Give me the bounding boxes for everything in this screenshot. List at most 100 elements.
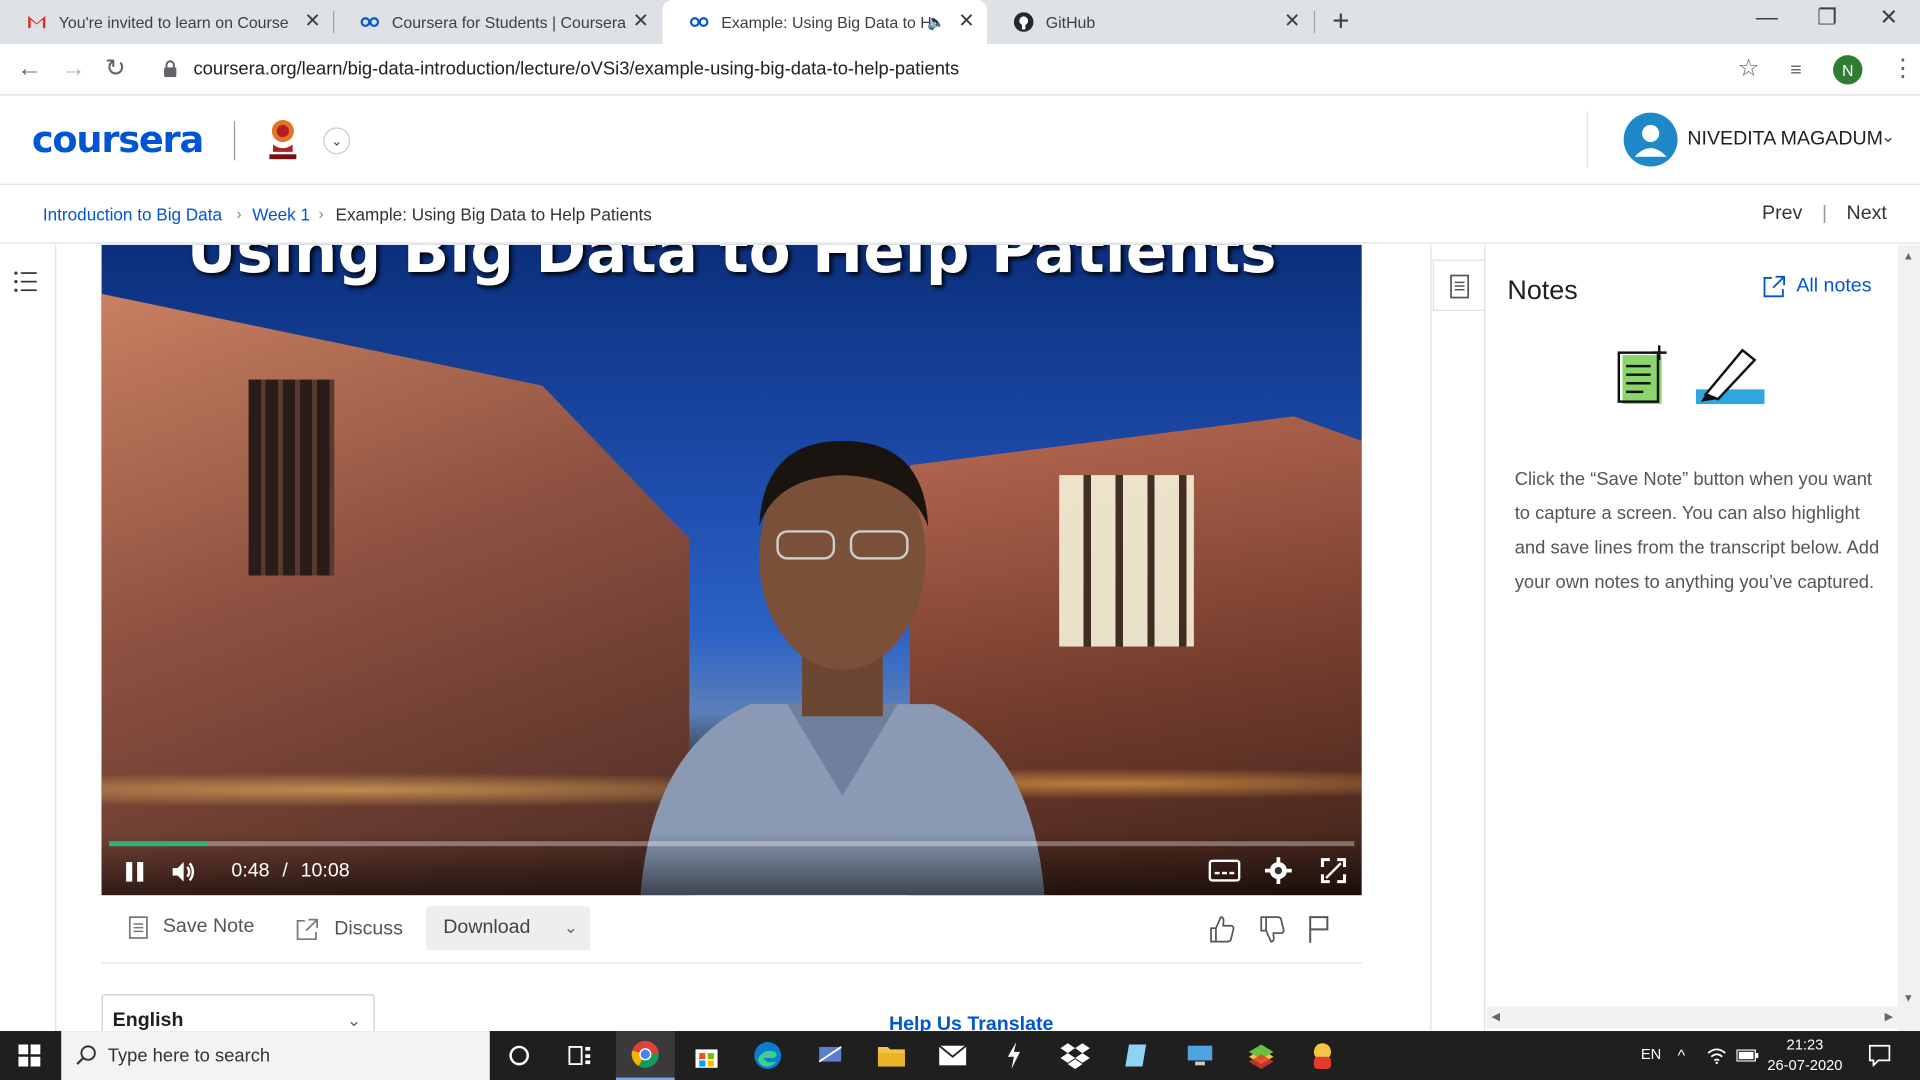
- more-menu-icon[interactable]: ⋮: [1891, 56, 1915, 80]
- horizontal-scrollbar[interactable]: ◀ ▶: [1486, 1006, 1898, 1029]
- discuss-label: Discuss: [334, 918, 403, 940]
- chrome-taskbar-icon[interactable]: [615, 1031, 675, 1080]
- save-note-button[interactable]: Save Note: [128, 915, 255, 939]
- thumbs-up-icon[interactable]: [1209, 915, 1236, 944]
- bookmark-star-icon[interactable]: ☆: [1738, 56, 1760, 80]
- fullscreen-icon[interactable]: [1320, 857, 1347, 884]
- scroll-left-icon[interactable]: ◀: [1491, 1010, 1499, 1023]
- header-divider: [233, 121, 236, 161]
- close-tab-icon[interactable]: ✕: [1284, 12, 1300, 32]
- minimize-icon[interactable]: —: [1756, 5, 1778, 31]
- taskbar-clock[interactable]: 21:23 26-07-2020: [1763, 1035, 1846, 1077]
- close-tab-icon[interactable]: ✕: [633, 12, 649, 32]
- video-windows: [1059, 475, 1194, 647]
- speaker-mute-icon[interactable]: 🔈: [927, 13, 945, 30]
- app-character-icon[interactable]: [1296, 1031, 1350, 1080]
- network-app-icon[interactable]: [803, 1031, 857, 1080]
- language-value: English: [112, 1010, 184, 1032]
- volume-icon[interactable]: [170, 858, 197, 885]
- tab-active-lecture[interactable]: Example: Using Big Data to H 🔈 ✕: [662, 0, 987, 45]
- user-avatar[interactable]: [1623, 112, 1678, 167]
- video-title-overlay: Using Big Data to Help Patients: [186, 244, 1277, 287]
- scroll-right-icon[interactable]: ▶: [1885, 1010, 1893, 1023]
- input-language[interactable]: EN: [1641, 1046, 1661, 1063]
- chevron-down-icon: ⌄: [563, 917, 578, 937]
- tab-coursera-students[interactable]: Coursera for Students | Coursera ✕: [333, 0, 661, 44]
- breadcrumb-week[interactable]: Week 1: [252, 204, 310, 224]
- windows-start-icon[interactable]: [0, 1031, 59, 1080]
- video-player[interactable]: Using Big Data to Help Patients 0:48 / 1…: [101, 244, 1362, 896]
- thumbs-down-icon[interactable]: [1259, 915, 1286, 944]
- close-tab-icon[interactable]: ✕: [958, 12, 974, 32]
- tab-title: Coursera for Students | Coursera: [391, 12, 627, 32]
- left-rail: [0, 244, 57, 1032]
- browser-toolbar: ← → ↻ coursera.org/learn/big-data-introd…: [0, 44, 1920, 96]
- chevron-up-icon[interactable]: ^: [1678, 1046, 1685, 1064]
- chevron-down-icon[interactable]: ⌄: [1881, 126, 1895, 147]
- store-icon[interactable]: [680, 1031, 734, 1080]
- chevron-right-icon: ›: [236, 204, 242, 223]
- captions-icon[interactable]: [1208, 858, 1241, 882]
- profile-avatar[interactable]: N: [1833, 55, 1863, 85]
- cortana-icon[interactable]: [495, 1031, 544, 1080]
- close-window-icon[interactable]: ✕: [1880, 5, 1898, 31]
- tab-title: Example: Using Big Data to H: [721, 12, 932, 32]
- battery-icon[interactable]: [1736, 1049, 1759, 1062]
- all-notes-label: All notes: [1796, 275, 1872, 297]
- notes-panel-toggle[interactable]: [1432, 259, 1485, 312]
- bluestacks-icon[interactable]: [1234, 1031, 1288, 1080]
- user-name[interactable]: NIVEDITA MAGADUM: [1687, 129, 1883, 151]
- flag-icon[interactable]: [1308, 915, 1330, 944]
- wifi-icon[interactable]: [1707, 1047, 1727, 1065]
- task-view-icon[interactable]: [556, 1031, 605, 1080]
- download-dropdown[interactable]: Download ⌄: [426, 906, 591, 951]
- all-notes-link[interactable]: All notes: [1762, 274, 1871, 298]
- reload-icon[interactable]: ↻: [105, 56, 126, 80]
- address-bar[interactable]: coursera.org/learn/big-data-introduction…: [193, 59, 959, 80]
- settings-gear-icon[interactable]: [1264, 857, 1292, 885]
- highlighter-icon: [1695, 348, 1765, 405]
- prev-button[interactable]: Prev: [1762, 203, 1802, 225]
- dropbox-icon[interactable]: [1048, 1031, 1102, 1080]
- video-time-separator: /: [282, 860, 288, 882]
- new-tab-icon[interactable]: +: [1332, 5, 1349, 39]
- video-presenter: [640, 440, 1045, 896]
- video-current-time: 0:48: [231, 860, 270, 882]
- scroll-down-icon[interactable]: ▼: [1903, 992, 1914, 1004]
- close-tab-icon[interactable]: ✕: [304, 12, 320, 32]
- note-icon: [1450, 274, 1470, 299]
- save-note-label: Save Note: [162, 915, 255, 937]
- vertical-scrollbar[interactable]: ▲ ▼: [1897, 244, 1920, 1032]
- breadcrumb-current: Example: Using Big Data to Help Patients: [335, 204, 652, 225]
- notes-panel: Notes All notes Click the “Save Note” bu…: [1484, 244, 1898, 1032]
- app-bolt-icon[interactable]: [987, 1031, 1041, 1080]
- notepad-app-icon[interactable]: [1109, 1031, 1163, 1080]
- discuss-button[interactable]: Discuss: [295, 917, 403, 941]
- media-queue-icon[interactable]: ≡: [1790, 59, 1801, 83]
- file-explorer-icon[interactable]: [864, 1031, 918, 1080]
- video-windows: [248, 379, 335, 576]
- breadcrumb-course[interactable]: Introduction to Big Data: [43, 204, 222, 224]
- breadcrumb: Introduction to Big Data › Week 1 › Exam…: [0, 185, 1920, 244]
- next-button[interactable]: Next: [1847, 203, 1887, 225]
- restore-icon[interactable]: ❐: [1817, 5, 1837, 31]
- back-icon[interactable]: ←: [17, 56, 41, 80]
- edge-icon[interactable]: [741, 1031, 795, 1080]
- coursera-logo[interactable]: coursera: [32, 119, 204, 162]
- institution-logo-icon[interactable]: [262, 115, 304, 164]
- notifications-icon[interactable]: [1868, 1044, 1891, 1067]
- pause-icon[interactable]: [124, 861, 146, 883]
- remote-desktop-icon[interactable]: [1173, 1031, 1227, 1080]
- forward-icon[interactable]: →: [61, 56, 85, 80]
- clock-date: 26-07-2020: [1767, 1056, 1843, 1074]
- mail-icon[interactable]: [926, 1031, 980, 1080]
- tab-gmail[interactable]: You're invited to learn on Course ✕: [0, 0, 333, 44]
- note-add-icon: [1617, 345, 1667, 405]
- coursera-icon: [689, 12, 709, 32]
- scroll-up-icon[interactable]: ▲: [1903, 250, 1914, 262]
- outline-menu-icon[interactable]: [13, 269, 37, 293]
- institution-dropdown-icon[interactable]: ⌄: [323, 127, 351, 155]
- video-progress-bar[interactable]: [108, 841, 1355, 847]
- tab-github[interactable]: GitHub ✕: [987, 0, 1313, 44]
- taskbar-search-box[interactable]: Type here to search: [61, 1031, 490, 1080]
